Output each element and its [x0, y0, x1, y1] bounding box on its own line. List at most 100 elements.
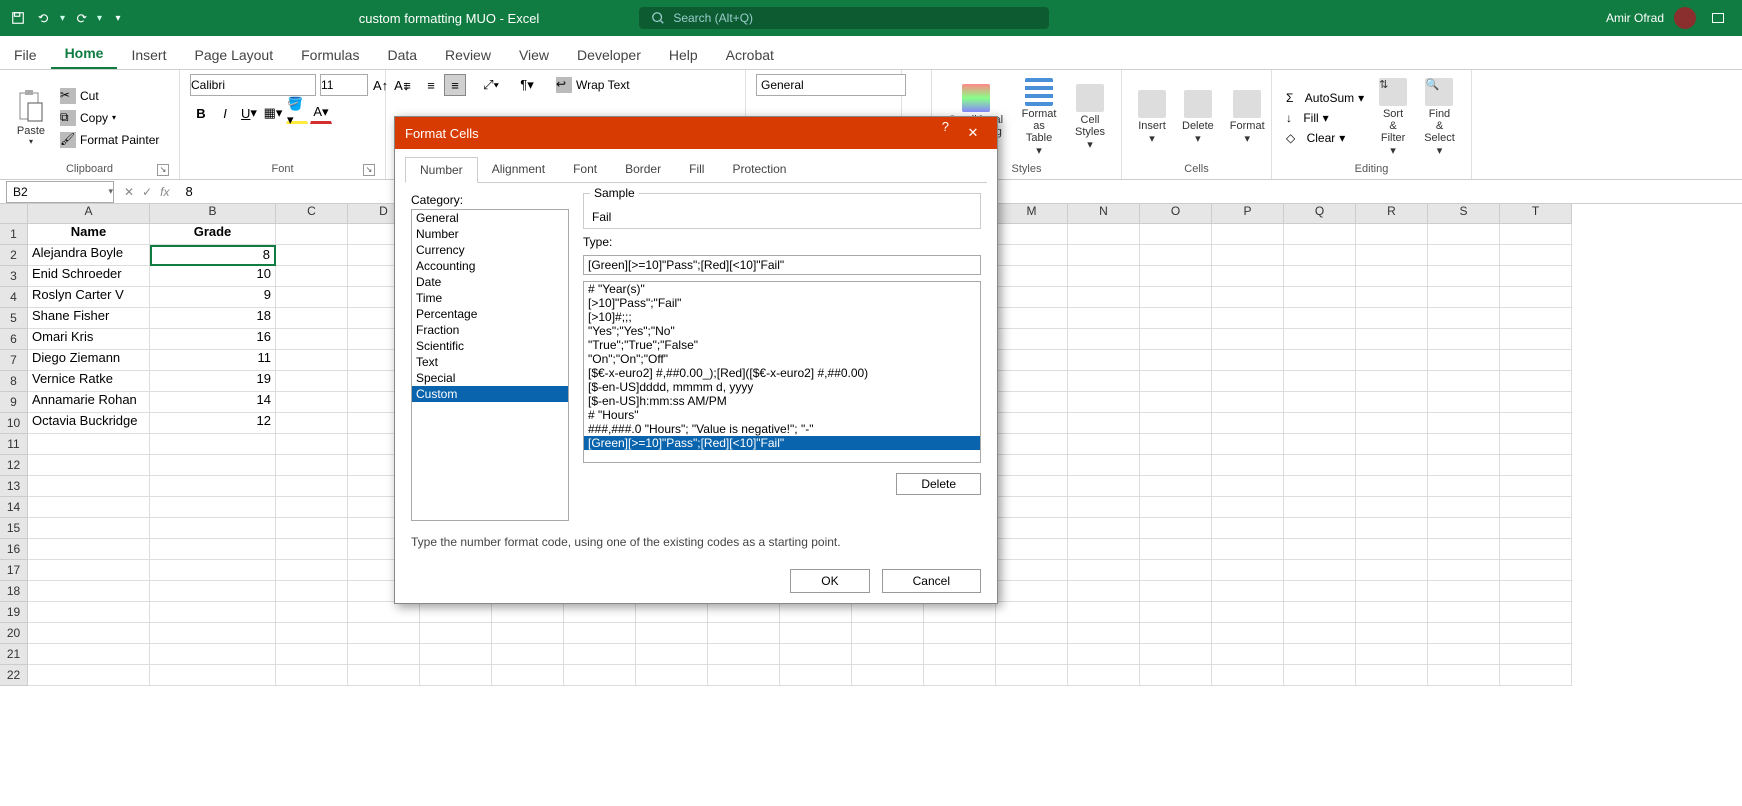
cut-button[interactable]: ✂Cut — [56, 86, 163, 106]
cell-M5[interactable] — [996, 308, 1068, 329]
col-header-M[interactable]: M — [996, 204, 1068, 224]
row-header-5[interactable]: 5 — [0, 308, 28, 329]
cell-R20[interactable] — [1356, 623, 1428, 644]
col-header-O[interactable]: O — [1140, 204, 1212, 224]
cell-O13[interactable] — [1140, 476, 1212, 497]
col-header-T[interactable]: T — [1500, 204, 1572, 224]
dialog-help-icon[interactable]: ? — [942, 119, 949, 147]
cell-T21[interactable] — [1500, 644, 1572, 665]
cell-M8[interactable] — [996, 371, 1068, 392]
cell-M9[interactable] — [996, 392, 1068, 413]
cell-F19[interactable] — [492, 602, 564, 623]
cell-P13[interactable] — [1212, 476, 1284, 497]
autosum-button[interactable]: Σ AutoSum ▾ — [1282, 89, 1368, 107]
cell-Q18[interactable] — [1284, 581, 1356, 602]
cell-I20[interactable] — [708, 623, 780, 644]
cell-R3[interactable] — [1356, 266, 1428, 287]
type-item[interactable]: "True";"True";"False" — [584, 338, 980, 352]
cell-S6[interactable] — [1428, 329, 1500, 350]
cell-P18[interactable] — [1212, 581, 1284, 602]
cell-P9[interactable] — [1212, 392, 1284, 413]
cell-H20[interactable] — [636, 623, 708, 644]
dialog-close-icon[interactable]: ✕ — [959, 119, 987, 147]
cell-P5[interactable] — [1212, 308, 1284, 329]
align-top-icon[interactable]: ≡ — [396, 74, 418, 96]
cell-O20[interactable] — [1140, 623, 1212, 644]
category-text[interactable]: Text — [412, 354, 568, 370]
row-header-21[interactable]: 21 — [0, 644, 28, 665]
cell-O10[interactable] — [1140, 413, 1212, 434]
cell-R14[interactable] — [1356, 497, 1428, 518]
row-header-15[interactable]: 15 — [0, 518, 28, 539]
cell-A17[interactable] — [28, 560, 150, 581]
cell-P8[interactable] — [1212, 371, 1284, 392]
cell-T19[interactable] — [1500, 602, 1572, 623]
cell-P20[interactable] — [1212, 623, 1284, 644]
type-item[interactable]: # "Year(s)" — [584, 282, 980, 296]
row-header-14[interactable]: 14 — [0, 497, 28, 518]
cell-D21[interactable] — [348, 644, 420, 665]
cell-E19[interactable] — [420, 602, 492, 623]
italic-button[interactable]: I — [214, 102, 236, 124]
col-header-B[interactable]: B — [150, 204, 276, 224]
cell-C17[interactable] — [276, 560, 348, 581]
cell-Q13[interactable] — [1284, 476, 1356, 497]
cell-T4[interactable] — [1500, 287, 1572, 308]
cell-A11[interactable] — [28, 434, 150, 455]
cell-R19[interactable] — [1356, 602, 1428, 623]
wrap-text-button[interactable]: ↩Wrap Text — [552, 74, 634, 96]
cell-T3[interactable] — [1500, 266, 1572, 287]
cell-R8[interactable] — [1356, 371, 1428, 392]
row-header-13[interactable]: 13 — [0, 476, 28, 497]
cell-P17[interactable] — [1212, 560, 1284, 581]
cell-A3[interactable]: Enid Schroeder — [28, 266, 150, 287]
cell-H22[interactable] — [636, 665, 708, 686]
cell-M16[interactable] — [996, 539, 1068, 560]
clear-button[interactable]: ◇ Clear ▾ — [1282, 129, 1368, 147]
cell-O19[interactable] — [1140, 602, 1212, 623]
cell-S18[interactable] — [1428, 581, 1500, 602]
cell-A7[interactable]: Diego Ziemann — [28, 350, 150, 371]
cell-T2[interactable] — [1500, 245, 1572, 266]
cell-O11[interactable] — [1140, 434, 1212, 455]
cell-Q1[interactable] — [1284, 224, 1356, 245]
cell-P12[interactable] — [1212, 455, 1284, 476]
cell-Q2[interactable] — [1284, 245, 1356, 266]
row-header-11[interactable]: 11 — [0, 434, 28, 455]
row-header-7[interactable]: 7 — [0, 350, 28, 371]
tab-formulas[interactable]: Formulas — [287, 41, 373, 69]
cell-P16[interactable] — [1212, 539, 1284, 560]
col-header-A[interactable]: A — [28, 204, 150, 224]
cell-B12[interactable] — [150, 455, 276, 476]
cell-O18[interactable] — [1140, 581, 1212, 602]
cell-B2[interactable]: 8 — [150, 245, 276, 266]
cell-F20[interactable] — [492, 623, 564, 644]
cell-M13[interactable] — [996, 476, 1068, 497]
cell-T6[interactable] — [1500, 329, 1572, 350]
cell-O4[interactable] — [1140, 287, 1212, 308]
cell-L22[interactable] — [924, 665, 996, 686]
col-header-C[interactable]: C — [276, 204, 348, 224]
cell-D22[interactable] — [348, 665, 420, 686]
cell-K21[interactable] — [852, 644, 924, 665]
cell-I21[interactable] — [708, 644, 780, 665]
cell-B13[interactable] — [150, 476, 276, 497]
cell-T8[interactable] — [1500, 371, 1572, 392]
cell-I19[interactable] — [708, 602, 780, 623]
cell-G19[interactable] — [564, 602, 636, 623]
cell-R15[interactable] — [1356, 518, 1428, 539]
row-header-8[interactable]: 8 — [0, 371, 28, 392]
cell-R4[interactable] — [1356, 287, 1428, 308]
font-size-select[interactable] — [320, 74, 368, 96]
delete-format-button[interactable]: Delete — [896, 473, 981, 495]
cell-N16[interactable] — [1068, 539, 1140, 560]
cell-P2[interactable] — [1212, 245, 1284, 266]
cell-P19[interactable] — [1212, 602, 1284, 623]
row-header-10[interactable]: 10 — [0, 413, 28, 434]
cell-R9[interactable] — [1356, 392, 1428, 413]
cell-R16[interactable] — [1356, 539, 1428, 560]
cell-B14[interactable] — [150, 497, 276, 518]
cell-G22[interactable] — [564, 665, 636, 686]
cell-C6[interactable] — [276, 329, 348, 350]
copy-button[interactable]: ⧉Copy ▾ — [56, 108, 163, 128]
